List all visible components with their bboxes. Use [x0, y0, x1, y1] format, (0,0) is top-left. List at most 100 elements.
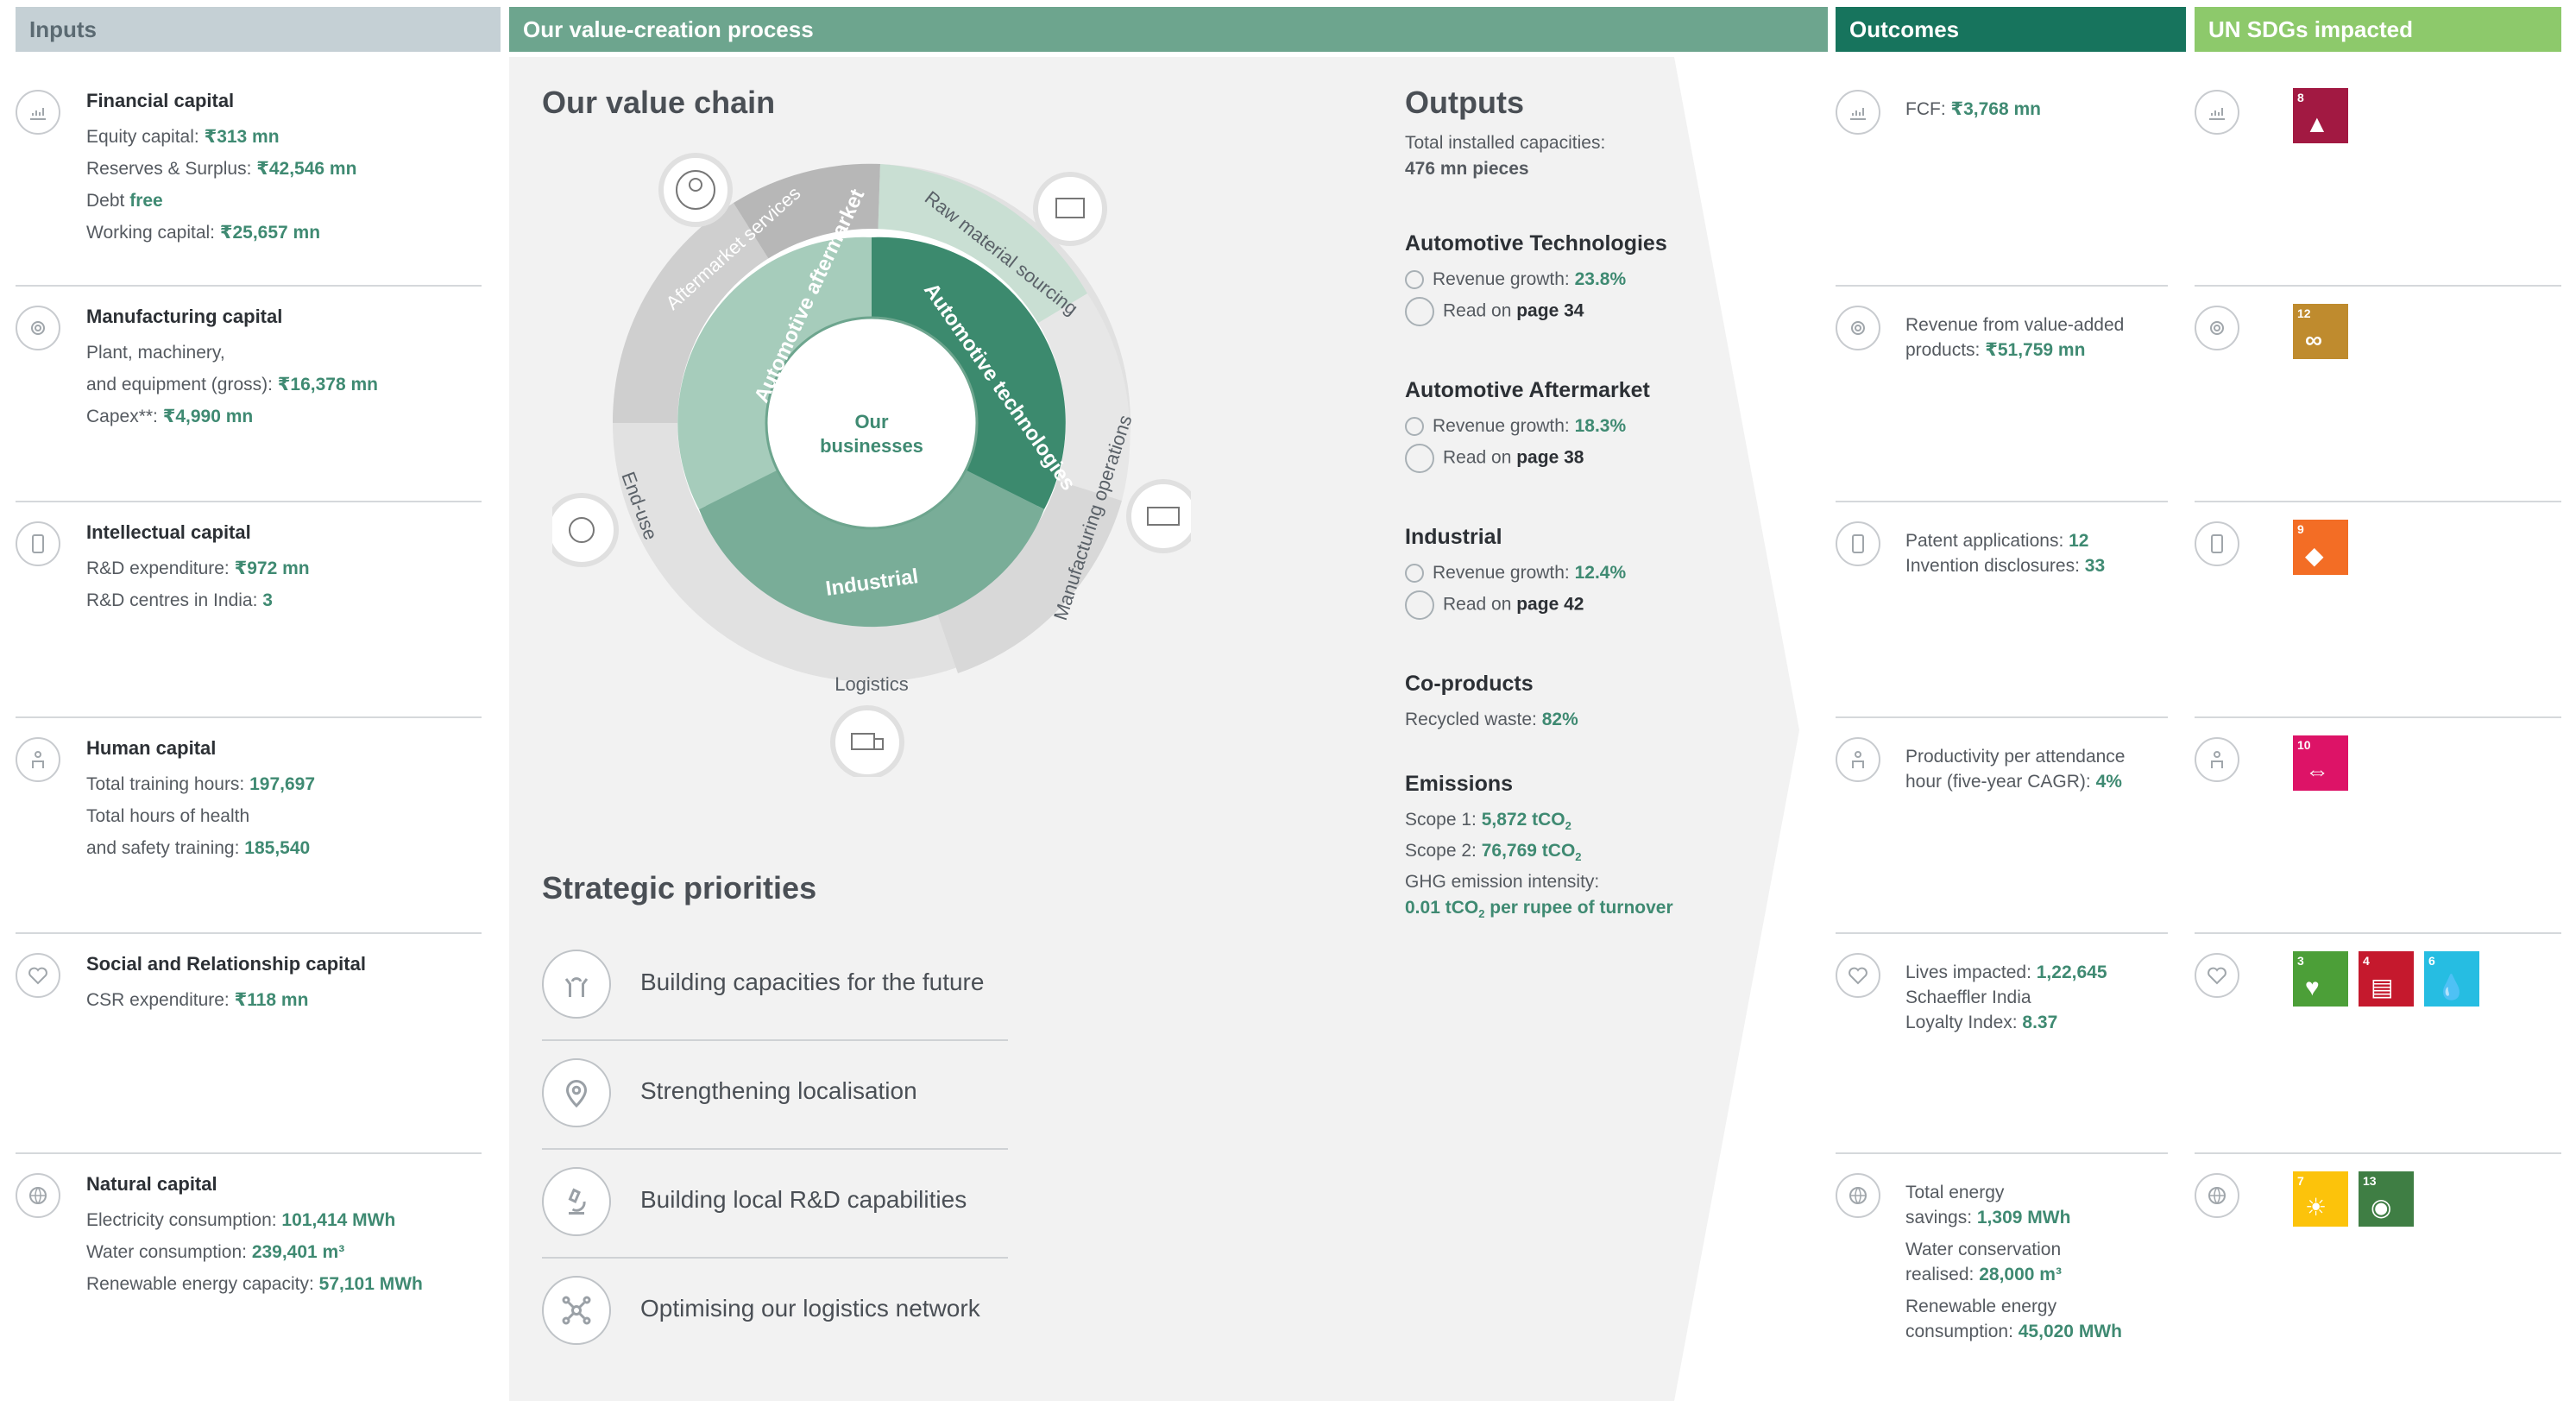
sdg-tile-8: 8 ▲ — [2293, 88, 2348, 143]
globe-icon — [16, 1173, 60, 1218]
sdg-number: 12 — [2297, 306, 2311, 320]
line-value: 1,22,645 — [2036, 962, 2107, 982]
line-value: ₹4,990 mn — [162, 407, 254, 426]
sdg-separator — [2195, 501, 2561, 502]
scope1: Scope 1: 5,872 tCO2 — [1405, 810, 1571, 832]
outcome-line: consumption: 45,020 MWh — [1905, 1319, 2122, 1344]
line-value: ₹313 mn — [204, 127, 280, 147]
capital-line: Total training hours: 197,697 — [86, 768, 315, 800]
line-label: Total energy — [1905, 1183, 2005, 1202]
capital-line: and equipment (gross): ₹16,378 mn — [86, 369, 378, 401]
outcome-line: Renewable energy — [1905, 1294, 2056, 1319]
truck-icon — [830, 705, 904, 777]
line-value: free — [129, 191, 163, 211]
coproducts-value: 82% — [1541, 710, 1578, 729]
scope1-label: Scope 1: — [1405, 810, 1482, 830]
ghg-label: GHG emission intensity: — [1405, 872, 1600, 892]
line-value: ₹42,546 mn — [256, 159, 357, 179]
line-label: Renewable energy capacity: — [86, 1274, 319, 1294]
outcome-separator — [1836, 716, 2168, 718]
line-value: 45,020 MWh — [2018, 1322, 2122, 1341]
ghg-suffix: per rupee of turnover — [1484, 898, 1673, 918]
outcome-line: Patent applications: 12 — [1905, 528, 2088, 553]
capital-line: Working capital: ₹25,657 mn — [86, 217, 320, 249]
emissions-title: Emissions — [1405, 772, 1514, 796]
network-icon — [542, 1276, 611, 1345]
sdg-tile-4: 4 ▤ — [2359, 951, 2414, 1007]
read-page[interactable]: page 34 — [1516, 301, 1584, 321]
person-icon — [2195, 737, 2239, 782]
outcome-line: Invention disclosures: 33 — [1905, 553, 2105, 578]
raw-material-icon — [1033, 172, 1107, 246]
input-separator — [16, 285, 482, 287]
line-label: realised: — [1905, 1265, 1980, 1284]
device-icon — [1836, 521, 1880, 566]
capital-line: Plant, machinery, — [86, 337, 225, 369]
outcome-separator — [1836, 501, 2168, 502]
growth-label: Revenue growth: — [1433, 563, 1575, 583]
line-value: ₹25,657 mn — [219, 223, 321, 243]
priority-separator — [542, 1039, 1008, 1041]
scope2: Scope 2: 76,769 tCO2 — [1405, 841, 1582, 863]
book-icon — [1405, 297, 1434, 326]
coproducts-title: Co-products — [1405, 672, 1534, 696]
hands-icon — [542, 950, 611, 1019]
growth-icon — [1405, 417, 1424, 437]
stage-logistics: Logistics — [835, 673, 909, 695]
center-label-2: businesses — [820, 435, 923, 457]
person-icon — [16, 737, 60, 782]
outcome-line: hour (five-year CAGR): 4% — [1905, 769, 2122, 794]
sdg-symbol-icon: ☀ — [2305, 1194, 2327, 1221]
segment-read-link[interactable]: Read on page 42 — [1405, 590, 1584, 620]
process-header: Our value-creation process — [509, 7, 1828, 52]
segment-growth: Revenue growth: 18.3% — [1405, 416, 1626, 437]
line-label: Reserves & Surplus: — [86, 159, 257, 179]
sdg-number: 4 — [2363, 954, 2370, 968]
capital-line: R&D expenditure: ₹972 mn — [86, 552, 310, 584]
line-label: Total hours of health — [86, 806, 250, 826]
outcome-line: Productivity per attendance — [1905, 744, 2125, 769]
capital-line: Debt free — [86, 185, 163, 217]
sdg-number: 3 — [2297, 954, 2304, 968]
sdg-separator — [2195, 1152, 2561, 1154]
ghg-value: 0.01 tCO — [1405, 898, 1479, 918]
segment-read-link[interactable]: Read on page 38 — [1405, 444, 1584, 473]
read-page[interactable]: page 42 — [1516, 595, 1584, 615]
line-value: ₹118 mn — [234, 990, 309, 1010]
growth-value: 12.4% — [1574, 563, 1627, 583]
installed-label: Total installed capacities: — [1405, 133, 1606, 153]
device-icon — [16, 521, 60, 566]
sdg-tile-7: 7 ☀ — [2293, 1171, 2348, 1227]
line-value: 4% — [2095, 772, 2122, 792]
read-page[interactable]: page 38 — [1516, 448, 1584, 468]
segment-read-link[interactable]: Read on page 34 — [1405, 297, 1584, 326]
line-value: 101,414 MWh — [281, 1210, 396, 1230]
segment-growth: Revenue growth: 23.8% — [1405, 269, 1626, 290]
priority-separator — [542, 1148, 1008, 1150]
line-label: consumption: — [1905, 1322, 2019, 1341]
line-label: products: — [1905, 340, 1986, 360]
manufacturing-icon — [1126, 479, 1191, 553]
line-label: Equity capital: — [86, 127, 205, 147]
line-value: ₹16,378 mn — [277, 375, 378, 394]
sdg-number: 8 — [2297, 91, 2304, 104]
coproducts-label: Recycled waste: — [1405, 710, 1542, 729]
heart-icon — [2195, 953, 2239, 998]
line-label: Debt — [86, 191, 130, 211]
scope2-value: 76,769 tCO — [1481, 841, 1576, 861]
line-value: 3 — [262, 590, 273, 610]
sdg-separator — [2195, 285, 2561, 287]
capital-line: Water consumption: 239,401 m³ — [86, 1236, 344, 1268]
line-label: Working capital: — [86, 223, 220, 243]
read-label: Read on — [1443, 447, 1517, 468]
chart-icon — [1836, 90, 1880, 135]
gear-icon — [2195, 306, 2239, 350]
input-separator — [16, 1152, 482, 1154]
sdg-symbol-icon: ▲ — [2305, 110, 2329, 137]
read-label: Read on — [1443, 594, 1517, 615]
line-label: Water conservation — [1905, 1240, 2062, 1259]
line-value: 185,540 — [244, 838, 311, 858]
sdgs-header: UN SDGs impacted — [2195, 7, 2561, 52]
heart-icon — [16, 953, 60, 998]
capital-title: Intellectual capital — [86, 521, 251, 543]
